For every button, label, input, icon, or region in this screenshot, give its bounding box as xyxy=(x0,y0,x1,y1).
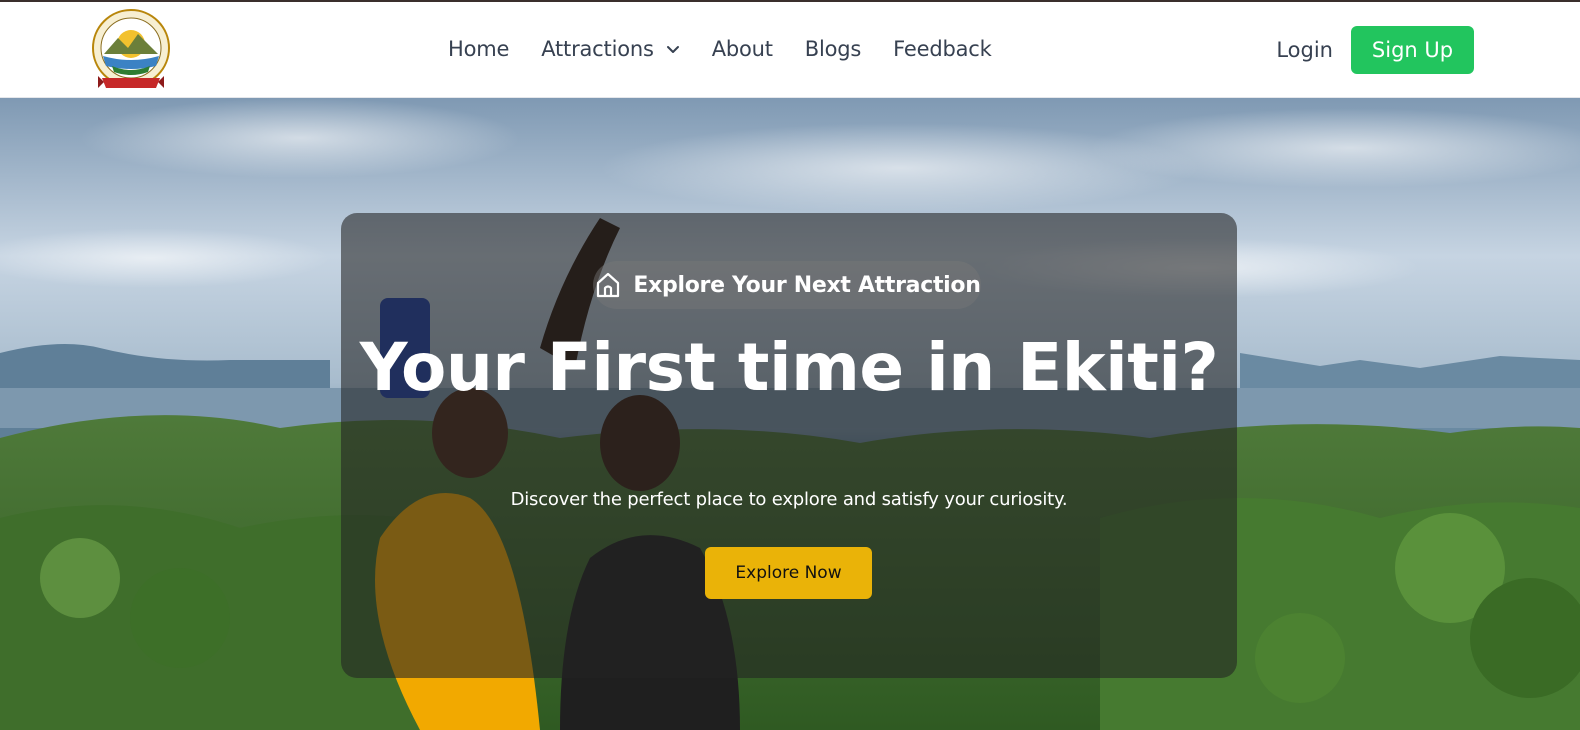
nav-home[interactable]: Home xyxy=(448,37,509,61)
nav-attractions[interactable]: Attractions xyxy=(541,37,679,61)
home-icon xyxy=(597,272,620,298)
hero-section: Explore Your Next Attraction Your First … xyxy=(0,98,1580,730)
nav-blogs[interactable]: Blogs xyxy=(804,37,862,61)
hero-title: Your First time in Ekiti? xyxy=(359,329,1219,406)
login-link[interactable]: Login xyxy=(1276,38,1333,62)
main-nav: Home Attractions About Blogs Feedback xyxy=(448,32,1024,66)
auth-actions: Login Sign Up xyxy=(1276,26,1474,74)
chevron-down-icon xyxy=(666,46,679,53)
hero-subtitle: Discover the perfect place to explore an… xyxy=(510,489,1068,510)
nav-feedback[interactable]: Feedback xyxy=(893,37,992,61)
nav-feedback-label: Feedback xyxy=(893,37,992,61)
nav-about-label: About xyxy=(711,37,773,61)
hero-badge-text: Explore Your Next Attraction xyxy=(633,272,981,298)
navbar: Home Attractions About Blogs Feedback Lo… xyxy=(0,2,1580,98)
hero-card: Explore Your Next Attraction Your First … xyxy=(341,213,1237,678)
nav-attractions-label: Attractions xyxy=(541,37,654,61)
signup-button[interactable]: Sign Up xyxy=(1351,26,1474,74)
nav-home-label: Home xyxy=(448,37,510,61)
explore-now-button[interactable]: Explore Now xyxy=(705,547,872,599)
state-seal-logo[interactable] xyxy=(90,8,172,92)
hero-badge: Explore Your Next Attraction xyxy=(593,261,981,309)
nav-about[interactable]: About xyxy=(712,37,773,61)
nav-blogs-label: Blogs xyxy=(804,37,862,61)
